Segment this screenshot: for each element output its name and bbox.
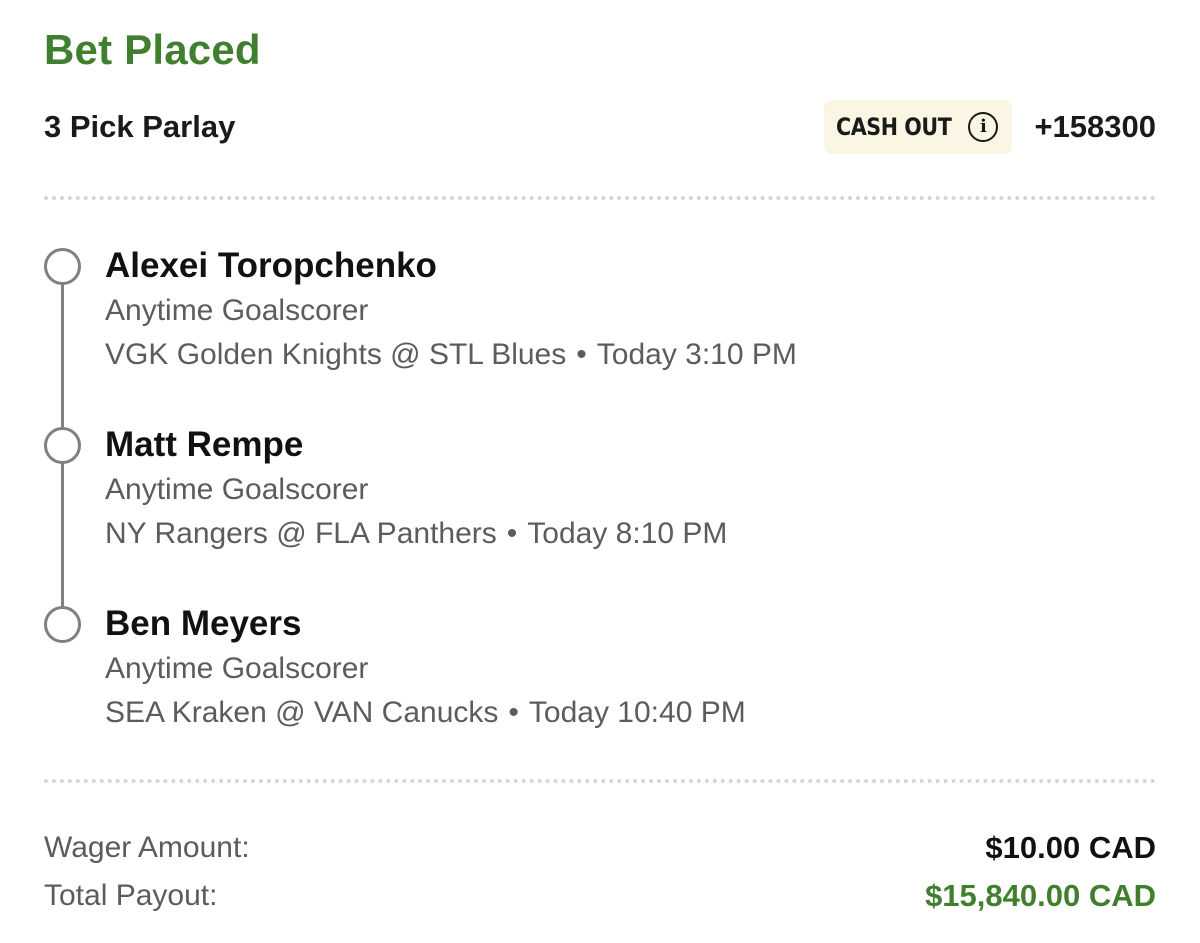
bet-header: 3 Pick Parlay CASH OUT i +158300 [44, 98, 1156, 156]
leg-item: Matt Rempe Anytime Goalscorer NY Rangers… [44, 419, 1156, 559]
leg-item: Alexei Toropchenko Anytime Goalscorer VG… [44, 240, 1156, 380]
leg-player: Alexei Toropchenko [105, 246, 437, 285]
leg-game-info: VGK Golden Knights @ STL Blues • Today 3:1… [105, 338, 797, 372]
leg-time: Today 3:10 PM [596, 338, 797, 371]
bet-type-label: 3 Pick Parlay [44, 109, 236, 144]
page-title: Bet Placed [44, 26, 261, 73]
leg-market: Anytime Goalscorer [105, 652, 369, 685]
leg-game-info: SEA Kraken @ VAN Canucks • Today 10:40 PM [105, 696, 746, 730]
parlay-odds: +158300 [1034, 109, 1156, 144]
leg-matchup: SEA Kraken @ VAN Canucks [105, 696, 499, 729]
info-icon[interactable]: i [968, 112, 999, 142]
leg-time: Today 8:10 PM [527, 517, 728, 550]
leg-status-circle-icon [44, 427, 81, 464]
wager-label: Wager Amount: [44, 831, 250, 864]
wager-row: Wager Amount: $10.00 CAD [44, 828, 1156, 868]
leg-matchup: VGK Golden Knights @ STL Blues [105, 338, 567, 371]
cash-out-label: CASH OUT [836, 113, 952, 141]
bullet-separator: • [506, 517, 518, 550]
leg-status-circle-icon [44, 248, 81, 285]
leg-matchup: NY Rangers @ FLA Panthers [105, 517, 497, 550]
leg-player: Ben Meyers [105, 604, 302, 643]
leg-game-info: NY Rangers @ FLA Panthers • Today 8:10 PM [105, 517, 727, 551]
payout-label: Total Payout: [44, 879, 218, 912]
payout-row: Total Payout: $15,840.00 CAD [44, 876, 1156, 916]
wager-amount: $10.00 CAD [985, 830, 1156, 865]
divider [44, 779, 1156, 783]
bullet-separator: • [508, 696, 519, 729]
cash-out-button[interactable]: CASH OUT i [824, 100, 1013, 154]
divider [44, 196, 1156, 200]
leg-status-circle-icon [44, 606, 81, 643]
bullet-separator: • [576, 338, 587, 371]
leg-market: Anytime Goalscorer [105, 473, 369, 506]
leg-time: Today 10:40 PM [528, 696, 746, 729]
leg-player: Matt Rempe [105, 425, 304, 464]
leg-item: Ben Meyers Anytime Goalscorer SEA Kraken… [44, 598, 1156, 738]
payout-amount: $15,840.00 CAD [925, 878, 1156, 913]
leg-market: Anytime Goalscorer [105, 294, 369, 327]
